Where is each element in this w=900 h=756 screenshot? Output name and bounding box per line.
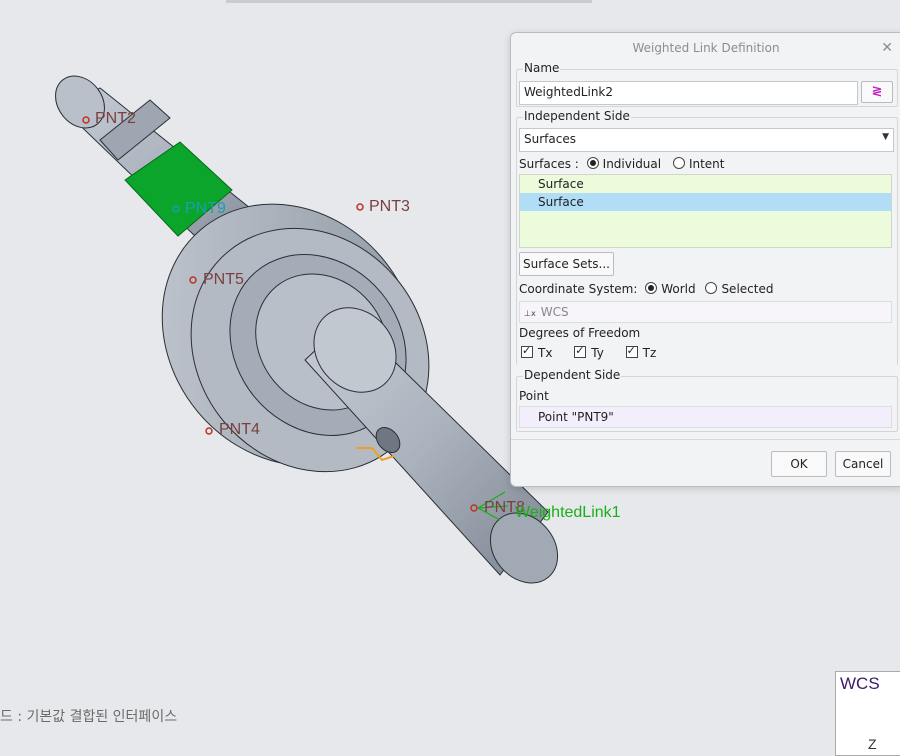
- radio-individual[interactable]: [586, 157, 599, 169]
- point-label: Point: [519, 389, 549, 403]
- radio-selected[interactable]: [705, 282, 718, 294]
- independent-side-label: Independent Side: [523, 109, 631, 123]
- rename-button[interactable]: ≷: [861, 81, 893, 103]
- weighted-link-dialog: Weighted Link Definition ✕ Name Weighted…: [510, 32, 900, 487]
- surface-sets-button[interactable]: Surface Sets...: [519, 252, 614, 276]
- csys-icon: ⊥x: [524, 309, 536, 318]
- ty-checkbox[interactable]: [574, 344, 587, 358]
- surfaces-mode-label: Surfaces :: [519, 157, 579, 171]
- csys-field[interactable]: ⊥x WCS: [519, 301, 892, 323]
- wand-icon: ≷: [871, 84, 883, 99]
- point-label-pnt2[interactable]: PNT2: [95, 110, 136, 128]
- name-input[interactable]: WeightedLink2: [519, 81, 858, 105]
- point-field-value: Point "PNT9": [538, 410, 614, 424]
- surface-list[interactable]: Surface Surface: [519, 174, 892, 248]
- tx-checkbox[interactable]: [521, 344, 533, 358]
- radio-intent[interactable]: [672, 157, 685, 169]
- dependent-side-label: Dependent Side: [523, 368, 622, 382]
- type-select-value: Surfaces: [524, 132, 576, 146]
- dof-row: Tx Ty Tz: [521, 344, 657, 360]
- tz-checkbox[interactable]: [625, 344, 638, 358]
- wcs-triad: WCS Z: [835, 671, 900, 756]
- ty-label[interactable]: Ty: [591, 346, 604, 360]
- csys-value: WCS: [540, 305, 569, 319]
- wcs-label: WCS: [840, 674, 880, 693]
- radio-selected-label[interactable]: Selected: [721, 282, 773, 296]
- name-group: Name WeightedLink2 ≷: [516, 61, 898, 107]
- point-label-pnt4[interactable]: PNT4: [219, 421, 260, 439]
- ok-button[interactable]: OK: [771, 451, 827, 477]
- cancel-button[interactable]: Cancel: [835, 451, 891, 477]
- point-label-pnt5[interactable]: PNT5: [203, 271, 244, 289]
- surfaces-mode-row: Surfaces : Individual Intent: [519, 157, 724, 171]
- list-item[interactable]: Surface: [520, 175, 891, 193]
- point-label-pnt3[interactable]: PNT3: [369, 198, 410, 216]
- tz-label[interactable]: Tz: [643, 346, 657, 360]
- weighted-link-label[interactable]: WeightedLink1: [515, 504, 621, 522]
- radio-world-label[interactable]: World: [661, 282, 695, 296]
- radio-intent-label[interactable]: Intent: [689, 157, 725, 171]
- radio-individual-label[interactable]: Individual: [603, 157, 661, 171]
- point-label-pnt9[interactable]: PNT9: [185, 200, 226, 218]
- close-icon[interactable]: ✕: [881, 33, 893, 63]
- dialog-titlebar[interactable]: Weighted Link Definition ✕: [511, 33, 900, 63]
- radio-world[interactable]: [645, 282, 658, 294]
- list-item[interactable]: Surface: [520, 193, 891, 211]
- name-label: Name: [523, 61, 561, 75]
- coordinate-system-label: Coordinate System:: [519, 282, 638, 296]
- coordinate-system-row: Coordinate System: World Selected: [519, 282, 773, 296]
- dof-label: Degrees of Freedom: [519, 326, 641, 340]
- tx-label[interactable]: Tx: [538, 346, 552, 360]
- point-field[interactable]: Point "PNT9": [519, 406, 892, 428]
- status-message: 드 : 기본값 결합된 인터페이스: [0, 709, 178, 725]
- footer-divider: [511, 439, 900, 440]
- dropdown-arrow-icon[interactable]: ▼: [882, 132, 889, 142]
- type-select[interactable]: Surfaces ▼: [519, 128, 894, 152]
- dialog-title: Weighted Link Definition: [632, 41, 780, 55]
